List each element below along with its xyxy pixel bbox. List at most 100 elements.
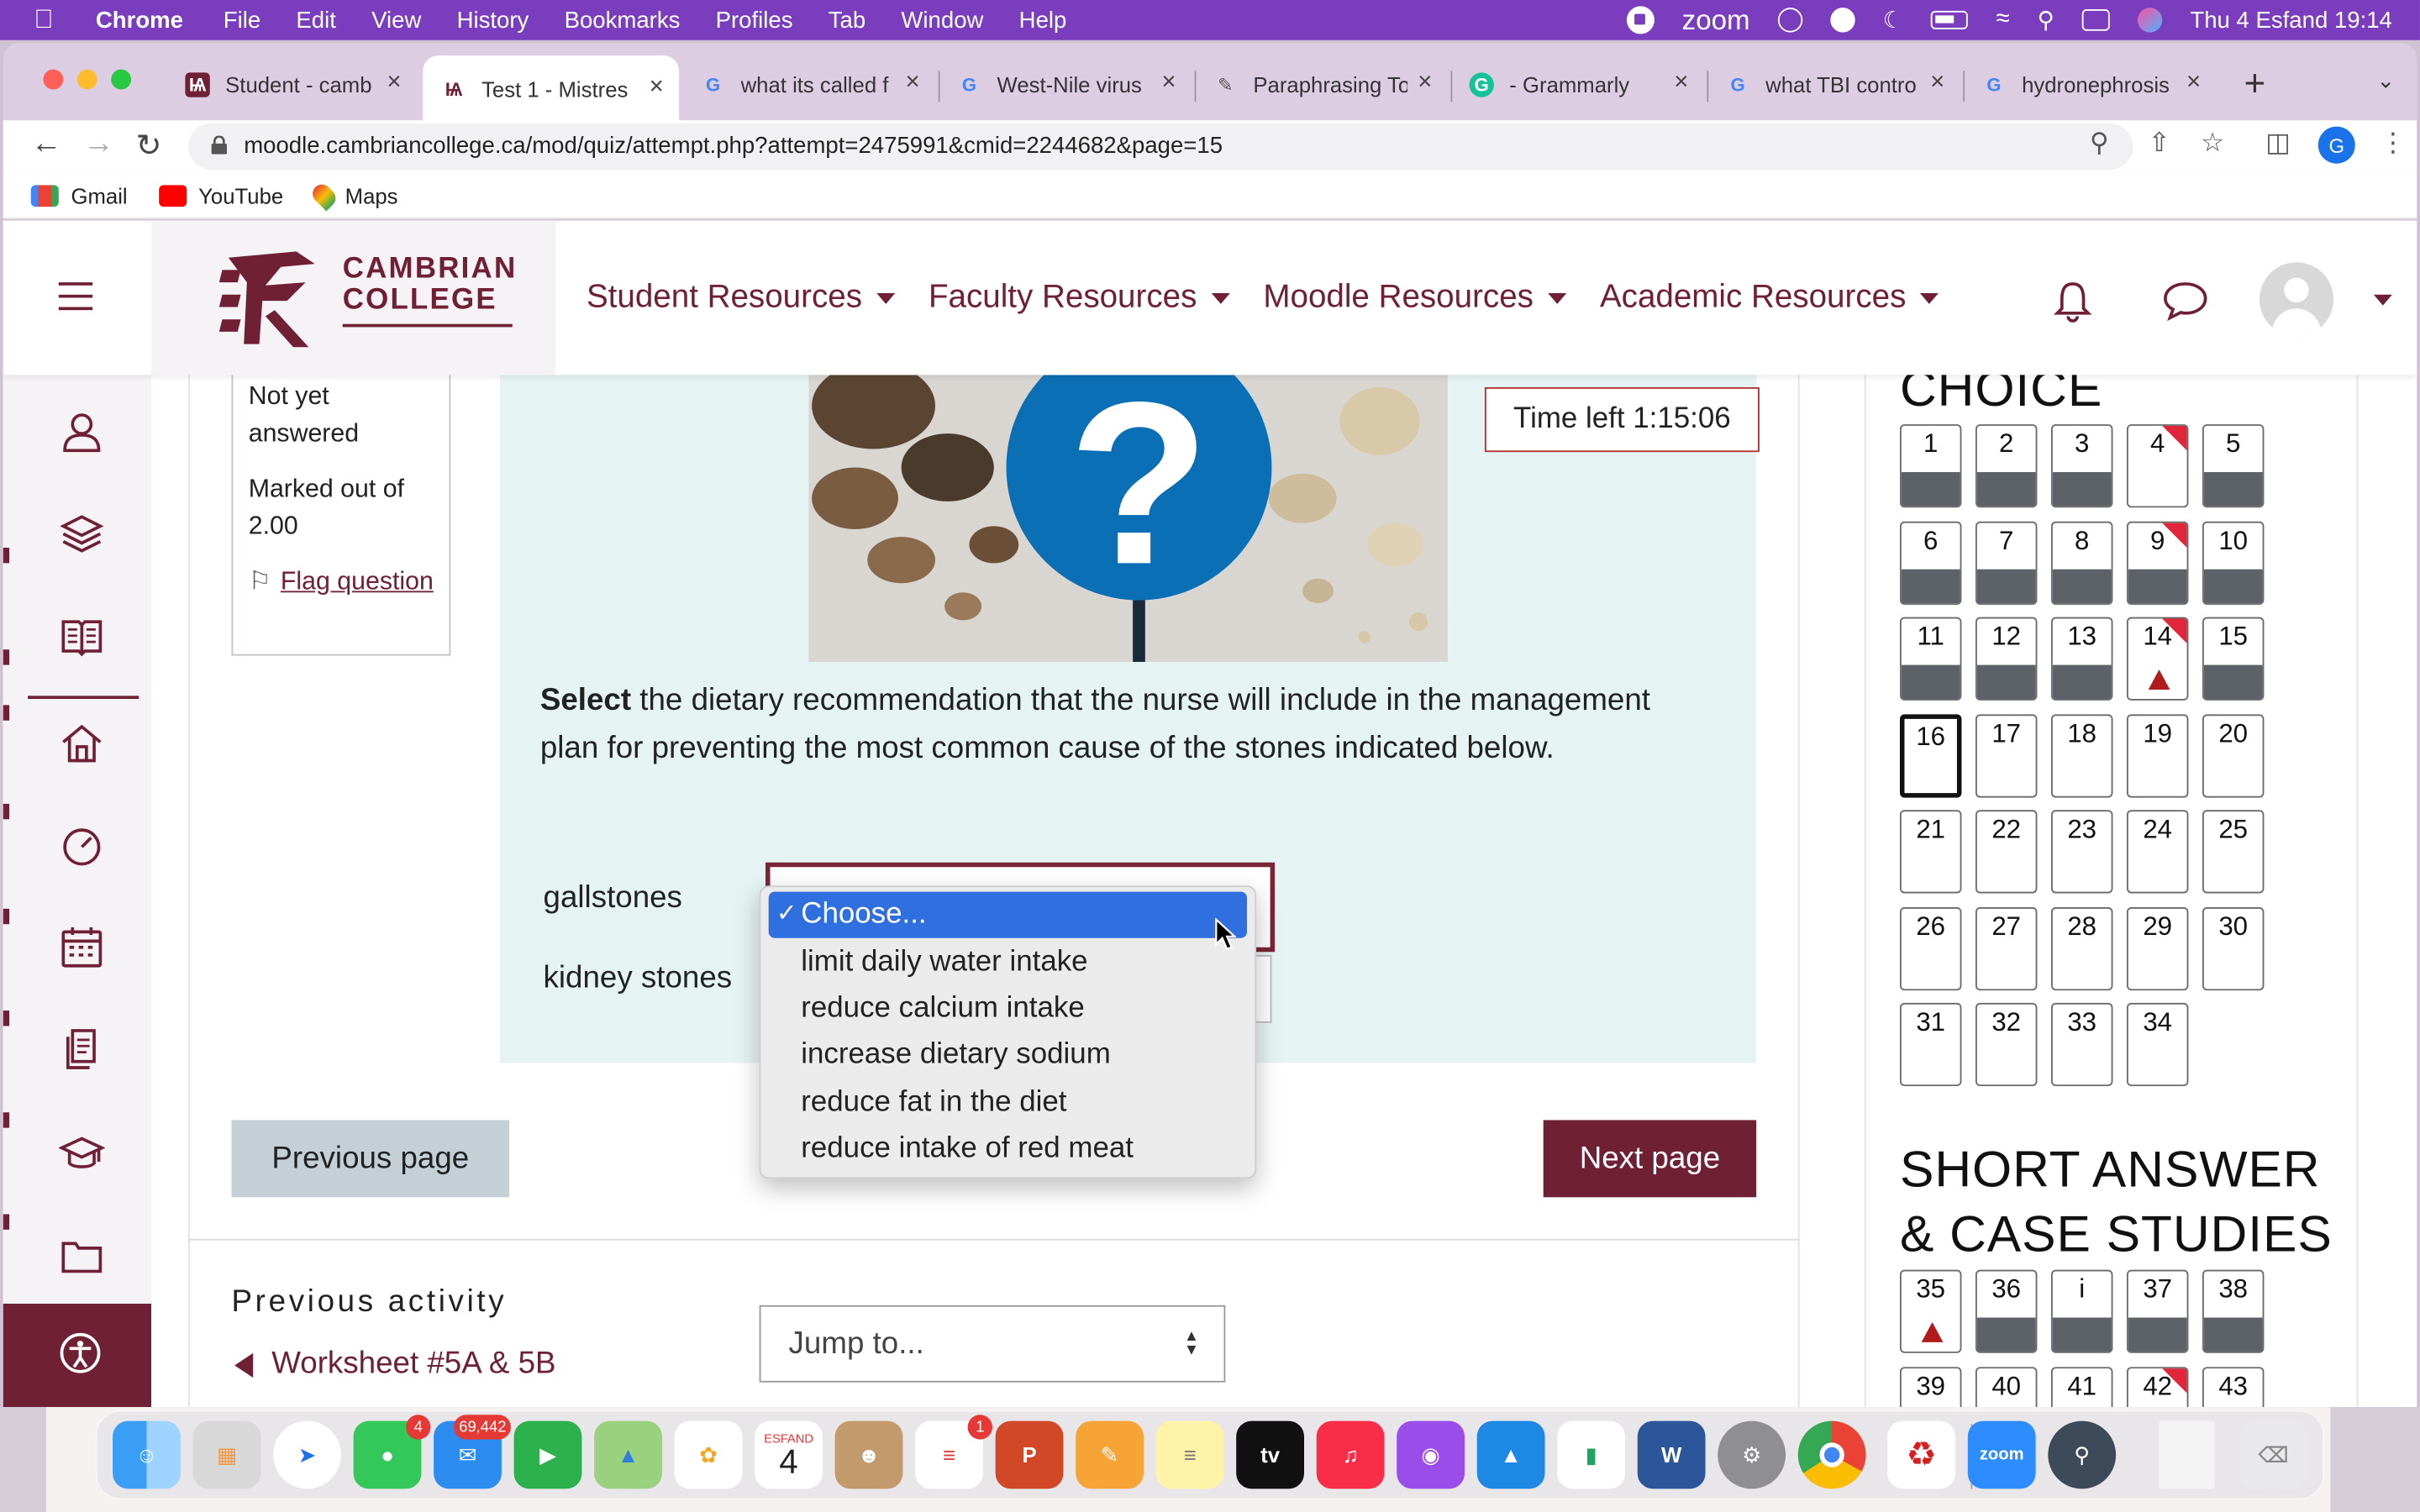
messages-bubble-icon[interactable] <box>2160 279 2210 322</box>
bookmark-youtube[interactable]: YouTube <box>158 183 283 207</box>
quiz-nav-button-12[interactable]: 12 <box>1975 617 2038 701</box>
kidney-stones-select[interactable] <box>1256 954 1272 1023</box>
quiz-nav-button-19[interactable]: 19 <box>2126 713 2189 797</box>
nav-academic-resources[interactable]: Academic Resources <box>1600 279 1939 316</box>
music-icon[interactable]: ♫ <box>1316 1420 1385 1489</box>
nav-student-resources[interactable]: Student Resources <box>587 279 895 316</box>
quiz-nav-button-6[interactable]: 6 <box>1899 520 1962 605</box>
previous-activity-link[interactable]: Worksheet #5A & 5B <box>234 1347 556 1382</box>
home-icon[interactable] <box>59 721 105 767</box>
close-tab-icon[interactable]: × <box>650 74 664 102</box>
tab-search-chevron-icon[interactable]: ⌄ <box>2377 68 2396 94</box>
close-tab-icon[interactable]: × <box>1930 70 1944 97</box>
quiz-nav-button-32[interactable]: 32 <box>1975 1002 2038 1087</box>
minimize-window-button[interactable] <box>76 69 97 90</box>
address-bar[interactable]: moodle.cambriancollege.ca/mod/quiz/attem… <box>188 123 2133 171</box>
nav-faculty-resources[interactable]: Faculty Resources <box>929 279 1229 316</box>
option-reduce-fat[interactable]: reduce fat in the diet <box>769 1079 1247 1126</box>
quiz-nav-button-24[interactable]: 24 <box>2126 810 2189 894</box>
zoom-menubar-label[interactable]: zoom <box>1682 4 1750 37</box>
menu-file[interactable]: File <box>224 7 260 33</box>
quiz-nav-button-34[interactable]: 34 <box>2126 1002 2189 1087</box>
zoom-app-icon[interactable]: zoom <box>1967 1420 2036 1489</box>
tab-what-tbi[interactable]: G what TBI contro × <box>1707 59 1960 111</box>
quiz-nav-button-41[interactable]: 41 <box>2050 1366 2113 1408</box>
facetime-icon[interactable]: ▶ <box>513 1420 582 1489</box>
quiz-nav-button-38[interactable]: 38 <box>2202 1269 2265 1353</box>
close-tab-icon[interactable]: × <box>1674 70 1688 97</box>
tab-what-its-called[interactable]: G what its called f × <box>682 59 935 111</box>
quiz-nav-button-36[interactable]: 36 <box>1975 1269 2038 1353</box>
powerpoint-icon[interactable]: P <box>995 1420 1064 1489</box>
system-preferences-icon[interactable]: ⚙ <box>1718 1420 1786 1489</box>
trash-icon[interactable]: ⌫ <box>2239 1420 2307 1489</box>
option-limit-water[interactable]: limit daily water intake <box>769 938 1247 985</box>
quiz-nav-button-30[interactable]: 30 <box>2202 906 2265 990</box>
menu-edit[interactable]: Edit <box>296 7 335 33</box>
preview-search-icon[interactable]: ⚲ <box>2048 1420 2117 1489</box>
quiz-nav-button-7[interactable]: 7 <box>1975 520 2038 605</box>
bookmark-maps[interactable]: Maps <box>308 180 398 211</box>
reload-icon[interactable]: ↻ <box>136 127 162 165</box>
menu-bookmarks[interactable]: Bookmarks <box>565 7 681 33</box>
quiz-nav-button-4[interactable]: 4 <box>2126 424 2189 508</box>
next-page-button[interactable]: Next page <box>1543 1120 1757 1198</box>
quiz-nav-button-25[interactable]: 25 <box>2202 810 2265 894</box>
apple-icon[interactable]:  <box>34 5 67 36</box>
close-tab-icon[interactable]: × <box>906 70 920 97</box>
pages-icon[interactable]: ✎ <box>1076 1420 1144 1489</box>
side-panel-icon[interactable]: ◫ <box>2265 128 2291 159</box>
quiz-nav-button-18[interactable]: 18 <box>2050 713 2113 797</box>
notes-icon[interactable]: ≡ <box>1155 1420 1224 1489</box>
user-avatar[interactable] <box>2259 262 2334 337</box>
quiz-nav-button-31[interactable]: 31 <box>1899 1002 1962 1087</box>
clock-text[interactable]: Thu 4 Esfand 19:14 <box>2190 7 2391 33</box>
quiz-nav-button-27[interactable]: 27 <box>1975 906 2038 990</box>
quiz-nav-button-39[interactable]: 39 <box>1899 1366 1962 1408</box>
quiz-nav-button-33[interactable]: 33 <box>2050 1002 2113 1087</box>
mail-icon[interactable]: ✉ 69,442 <box>434 1415 511 1489</box>
word-icon[interactable]: W <box>1637 1420 1706 1489</box>
close-tab-icon[interactable]: × <box>1418 70 1432 97</box>
book-open-icon[interactable] <box>59 612 105 659</box>
control-center-icon[interactable] <box>2081 9 2110 31</box>
notification-bell-icon[interactable] <box>2053 279 2093 323</box>
quiz-nav-button-15[interactable]: 15 <box>2202 617 2265 701</box>
close-tab-icon[interactable]: × <box>2186 70 2201 97</box>
acrobat-icon[interactable]: ♻ <box>1887 1420 1956 1489</box>
search-icon[interactable]: ⚲ <box>2038 6 2054 34</box>
podcasts-icon[interactable]: ◉ <box>1397 1420 1465 1489</box>
tab-grammarly[interactable]: G - Grammarly × <box>1450 59 1703 111</box>
quiz-nav-button-23[interactable]: 23 <box>2050 810 2113 894</box>
quiz-nav-button-9[interactable]: 9 <box>2126 520 2189 605</box>
participants-icon[interactable] <box>59 409 105 455</box>
calendar-app-icon[interactable]: ESFAND 4 <box>755 1420 823 1489</box>
battery-icon[interactable] <box>1931 10 1969 29</box>
quiz-nav-button-10[interactable]: 10 <box>2202 520 2265 605</box>
document-thumbnail-icon[interactable] <box>2159 1420 2215 1489</box>
record-icon[interactable] <box>1626 6 1655 34</box>
option-reduce-red-meat[interactable]: reduce intake of red meat <box>769 1126 1247 1173</box>
quiz-nav-button-13[interactable]: 13 <box>2050 617 2113 701</box>
cambrian-logo[interactable]: CAMBRIAN COLLEGE <box>150 220 556 375</box>
zoom-magnifier-icon[interactable]: ⚲ <box>2090 128 2109 159</box>
messages-icon[interactable]: ● 4 <box>353 1415 431 1489</box>
quiz-nav-button-16[interactable]: 16 <box>1899 713 1962 797</box>
quiz-nav-button-43[interactable]: 43 <box>2202 1366 2265 1408</box>
tab-student-cambrian[interactable]: Ѩ Student - camb × <box>166 59 417 111</box>
photos-icon[interactable]: ✿ <box>674 1420 743 1489</box>
chrome-menu-icon[interactable]: ⋮ <box>2380 128 2406 159</box>
menu-profiles[interactable]: Profiles <box>716 7 793 33</box>
menu-help[interactable]: Help <box>1019 7 1067 33</box>
grammarly-icon[interactable] <box>1830 8 1855 33</box>
quiz-nav-button-5[interactable]: 5 <box>2202 424 2265 508</box>
option-choose[interactable]: ✓ Choose... <box>768 891 1248 939</box>
close-tab-icon[interactable]: × <box>387 70 401 97</box>
moon-icon[interactable]: ☾ <box>1882 6 1903 34</box>
creative-cloud-icon[interactable] <box>1777 8 1802 33</box>
tab-west-nile[interactable]: G West-Nile virus × <box>939 59 1192 111</box>
safari-icon[interactable]: ➤ <box>273 1420 341 1489</box>
new-tab-plus-icon[interactable]: + <box>2244 63 2266 106</box>
menubar-app-name[interactable]: Chrome <box>96 7 183 33</box>
reminders-icon[interactable]: ≡ 1 <box>915 1415 992 1489</box>
